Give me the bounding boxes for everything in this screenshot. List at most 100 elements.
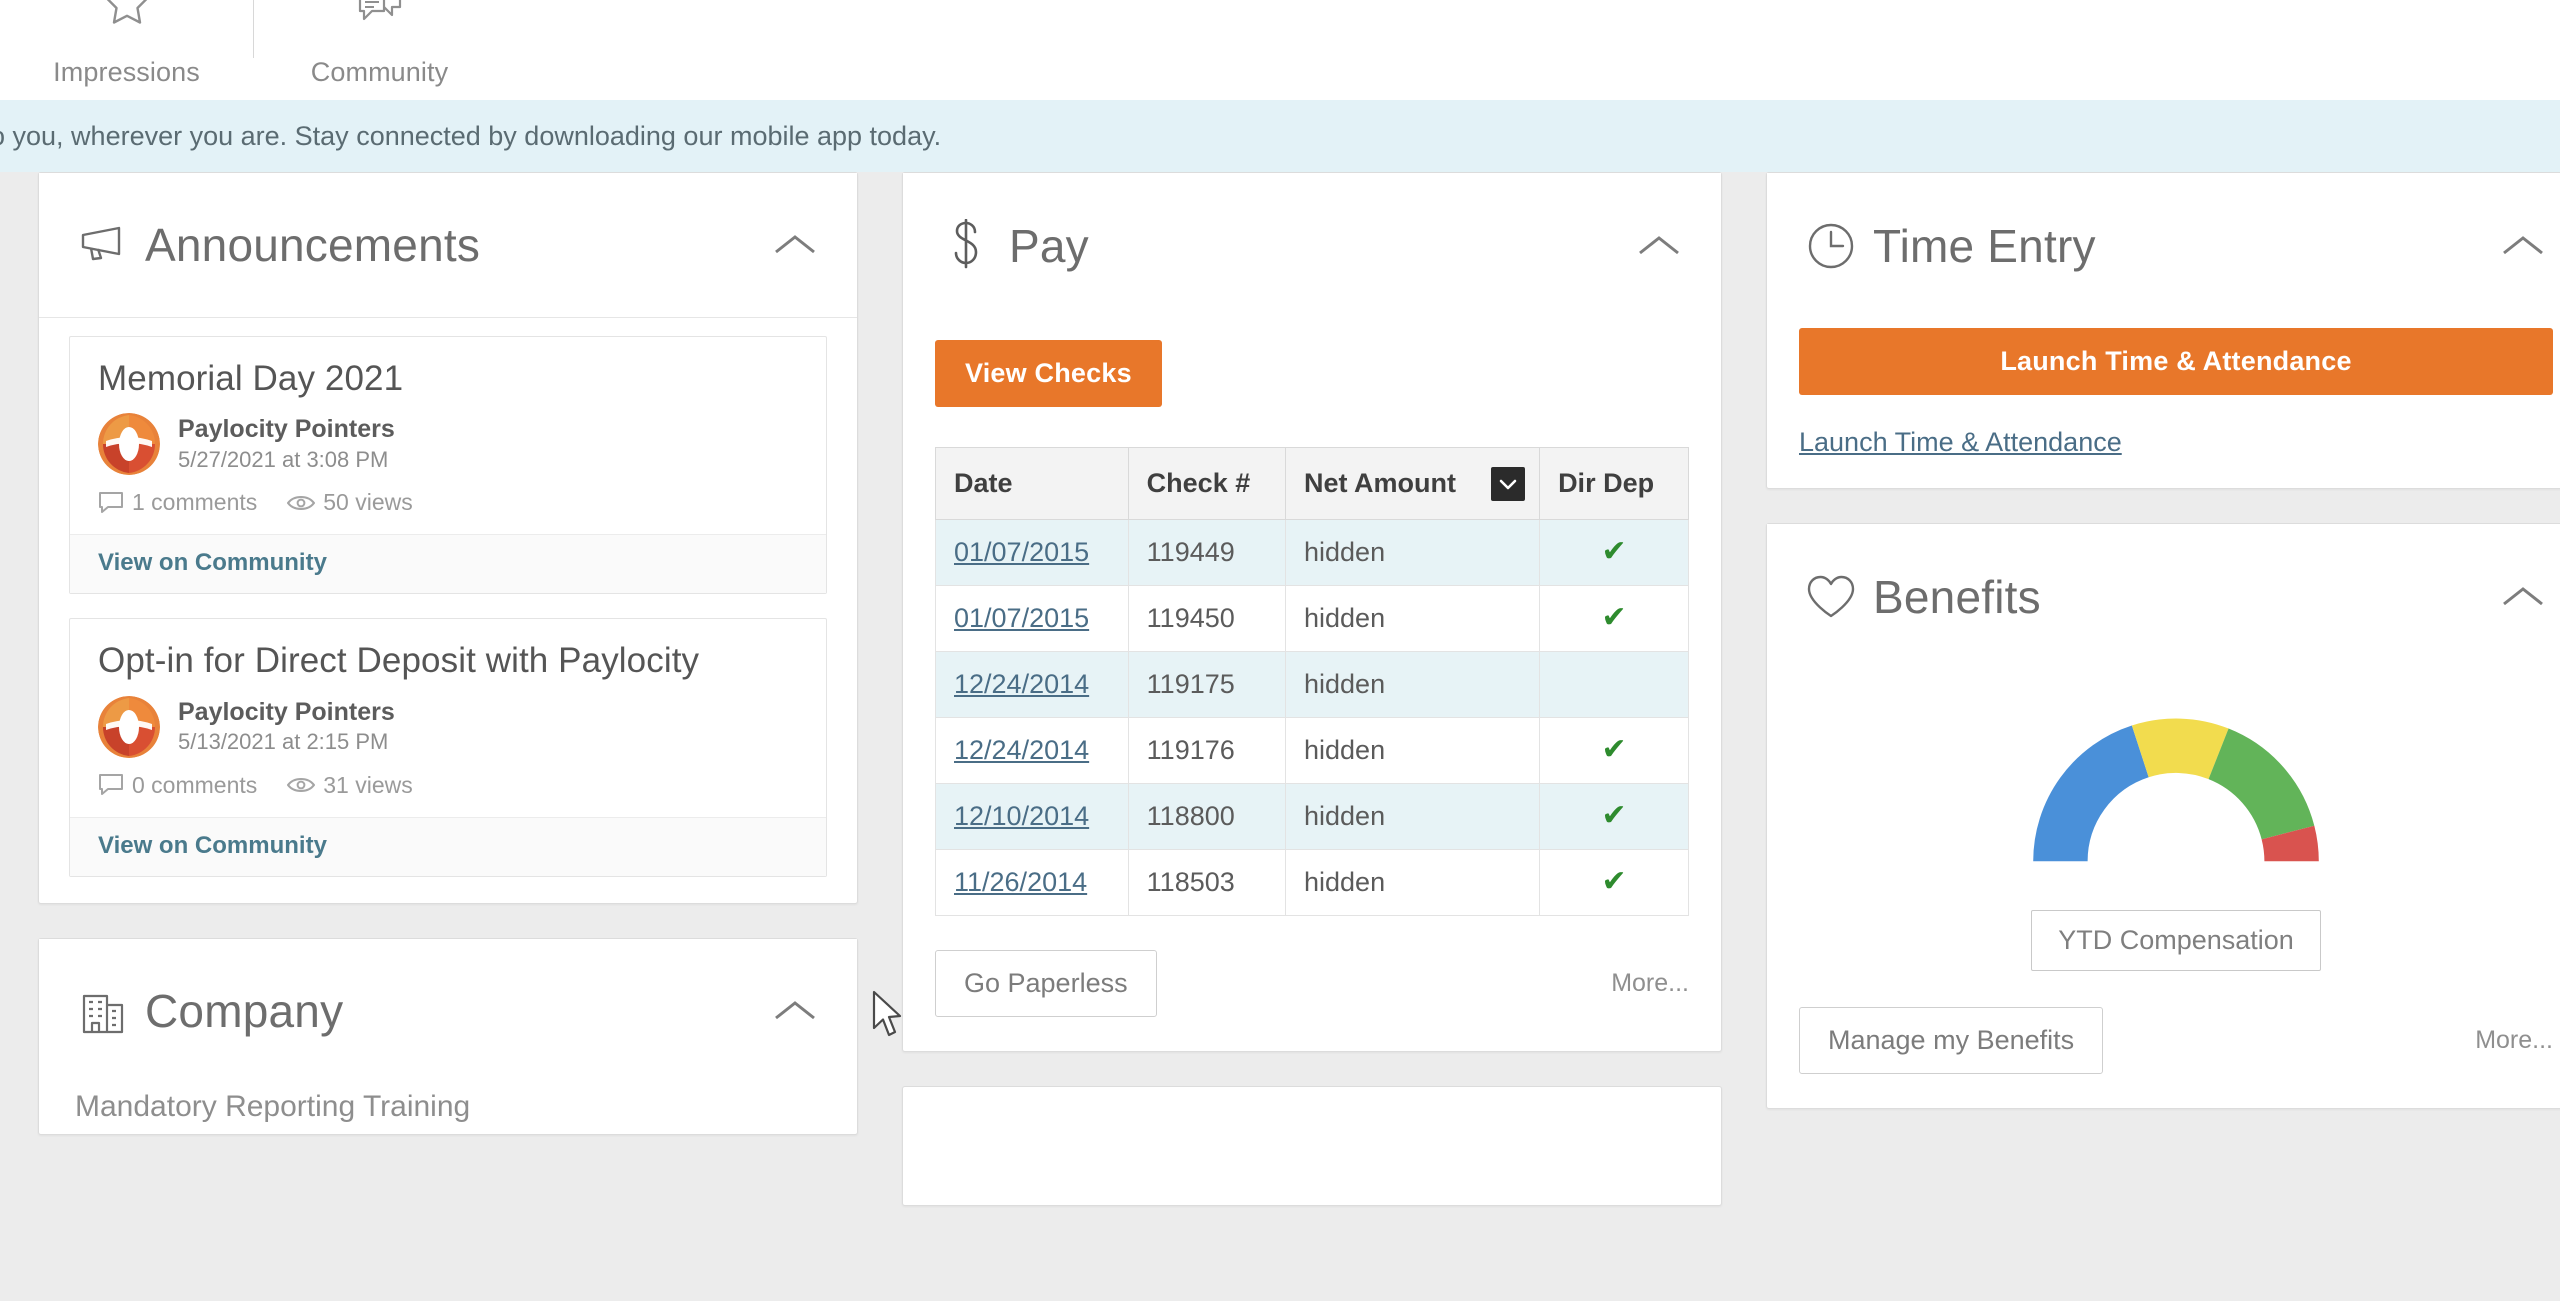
announcement-author-meta: Paylocity Pointers 5/13/2021 at 2:15 PM: [178, 697, 395, 757]
cell-check-number: 119450: [1128, 586, 1285, 652]
ytd-compensation-gauge-chart[interactable]: [2006, 679, 2346, 894]
gauge-segment: [2219, 754, 2288, 833]
cell-date: 12/10/2014: [936, 784, 1129, 850]
cell-net-amount: hidden: [1286, 520, 1540, 586]
launch-time-attendance-button[interactable]: Launch Time & Attendance: [1799, 328, 2553, 395]
check-date-link[interactable]: 12/24/2014: [954, 735, 1089, 765]
cell-date: 12/24/2014: [936, 718, 1129, 784]
check-date-link[interactable]: 01/07/2015: [954, 537, 1089, 567]
time-entry-title: Time Entry: [1873, 223, 2495, 269]
column-header-net-amount[interactable]: Net Amount: [1286, 448, 1540, 520]
manage-my-benefits-button[interactable]: Manage my Benefits: [1799, 1007, 2103, 1074]
view-on-community-link[interactable]: View on Community: [98, 549, 327, 576]
community-speech-note-icon: [352, 0, 408, 30]
star-icon: [99, 0, 155, 30]
announcement-title: Memorial Day 2021: [98, 359, 798, 399]
cell-net-amount: hidden: [1286, 784, 1540, 850]
cell-date: 11/26/2014: [936, 850, 1129, 916]
chevron-down-filter-icon[interactable]: [1491, 467, 1525, 501]
announcement-item[interactable]: Opt-in for Direct Deposit with Paylocity: [69, 618, 827, 876]
checkmark-icon: ✔: [1601, 535, 1626, 568]
cell-check-number: 119176: [1128, 718, 1285, 784]
pay-checks-table: Date Check # Net Amount Dir Dep: [935, 447, 1689, 916]
announcements-collapse-chevron-up-icon[interactable]: [767, 222, 823, 268]
cell-dir-dep: ✔: [1540, 784, 1689, 850]
announcement-stats: 0 comments 31 views: [98, 772, 798, 799]
cell-dir-dep: ✔: [1540, 718, 1689, 784]
check-date-link[interactable]: 12/24/2014: [954, 669, 1089, 699]
announcement-author-row: Paylocity Pointers 5/27/2021 at 3:08 PM: [98, 413, 798, 475]
announcement-author-row: Paylocity Pointers 5/13/2021 at 2:15 PM: [98, 696, 798, 758]
announcement-stats: 1 comments 50 views: [98, 489, 798, 516]
table-row[interactable]: 12/10/2014 118800 hidden ✔: [936, 784, 1689, 850]
check-date-link[interactable]: 11/26/2014: [954, 867, 1087, 897]
announcement-comments-count: 1 comments: [132, 489, 257, 516]
announcement-author-meta: Paylocity Pointers 5/27/2021 at 3:08 PM: [178, 414, 395, 474]
check-date-link[interactable]: 01/07/2015: [954, 603, 1089, 633]
cell-net-amount: hidden: [1286, 586, 1540, 652]
announcement-views-count: 50 views: [323, 489, 412, 516]
avatar: [98, 413, 160, 475]
announcements-title: Announcements: [145, 222, 767, 268]
company-collapse-chevron-up-icon[interactable]: [767, 988, 823, 1034]
cell-check-number: 118800: [1128, 784, 1285, 850]
cell-net-amount: hidden: [1286, 652, 1540, 718]
view-on-community-link[interactable]: View on Community: [98, 832, 327, 859]
pay-collapse-chevron-up-icon[interactable]: [1631, 223, 1687, 269]
cell-check-number: 118503: [1128, 850, 1285, 916]
pay-card-body: View Checks Date Check # Net Amount: [903, 318, 1721, 916]
time-entry-card: Time Entry Launch Time & Attendance Laun…: [1766, 172, 2560, 489]
column-header-dir-dep[interactable]: Dir Dep: [1540, 448, 1689, 520]
cell-check-number: 119449: [1128, 520, 1285, 586]
nav-item-community[interactable]: Community: [253, 0, 506, 100]
column-header-date[interactable]: Date: [936, 448, 1129, 520]
table-row[interactable]: 01/07/2015 119449 hidden ✔: [936, 520, 1689, 586]
ytd-compensation-label[interactable]: YTD Compensation: [2031, 910, 2321, 971]
launch-time-attendance-link[interactable]: Launch Time & Attendance: [1799, 427, 2122, 458]
pay-card-footer: Go Paperless More...: [903, 916, 1721, 1051]
top-navigation-bar: Impressions Community: [0, 0, 2560, 100]
cell-date: 01/07/2015: [936, 586, 1129, 652]
company-list-item[interactable]: Mandatory Reporting Training: [75, 1090, 821, 1124]
announcements-card-header: Announcements: [39, 173, 857, 318]
table-row[interactable]: 11/26/2014 118503 hidden ✔: [936, 850, 1689, 916]
announcement-item[interactable]: Memorial Day 2021: [69, 336, 827, 594]
benefits-more-link[interactable]: More...: [2475, 1026, 2553, 1055]
time-entry-card-body: Launch Time & Attendance Launch Time & A…: [1767, 318, 2560, 488]
announcement-item-body: Memorial Day 2021: [70, 337, 826, 534]
time-entry-card-header: Time Entry: [1767, 173, 2560, 318]
cell-dir-dep: ✔: [1540, 850, 1689, 916]
announcement-comments-stat: 1 comments: [98, 489, 257, 516]
table-row[interactable]: 01/07/2015 119450 hidden ✔: [936, 586, 1689, 652]
table-row[interactable]: 12/24/2014 119175 hidden: [936, 652, 1689, 718]
dashboard-column-left: Announcements Memorial Day 2021: [38, 172, 858, 1169]
cell-net-amount: hidden: [1286, 718, 1540, 784]
announcement-author: Paylocity Pointers: [178, 697, 395, 728]
clock-icon: [1803, 218, 1859, 274]
announcement-footer: View on Community: [70, 534, 826, 593]
time-entry-collapse-chevron-up-icon[interactable]: [2495, 223, 2551, 269]
benefits-title: Benefits: [1873, 574, 2495, 620]
pay-title: Pay: [1009, 223, 1631, 269]
company-title: Company: [145, 988, 767, 1034]
banner-message: o you, wherever you are. Stay connected …: [0, 121, 941, 152]
pay-more-link[interactable]: More...: [1611, 969, 1689, 998]
checkmark-icon: ✔: [1601, 865, 1626, 898]
cell-dir-dep: ✔: [1540, 520, 1689, 586]
go-paperless-button[interactable]: Go Paperless: [935, 950, 1157, 1017]
announcement-date: 5/27/2021 at 3:08 PM: [178, 446, 395, 475]
benefits-card-body: YTD Compensation: [1767, 669, 2560, 971]
announcement-date: 5/13/2021 at 2:15 PM: [178, 728, 395, 757]
benefits-collapse-chevron-up-icon[interactable]: [2495, 574, 2551, 620]
announcements-card: Announcements Memorial Day 2021: [38, 172, 858, 904]
table-row[interactable]: 12/24/2014 119176 hidden ✔: [936, 718, 1689, 784]
benefits-card: Benefits YTD Compensation Manage my Bene…: [1766, 523, 2560, 1109]
dollar-sign-icon: [939, 218, 995, 274]
check-date-link[interactable]: 12/10/2014: [954, 801, 1089, 831]
cell-date: 12/24/2014: [936, 652, 1129, 718]
announcement-author: Paylocity Pointers: [178, 414, 395, 445]
nav-item-impressions[interactable]: Impressions: [0, 0, 253, 100]
view-checks-button[interactable]: View Checks: [935, 340, 1162, 407]
megaphone-icon: [75, 217, 131, 273]
column-header-check-number[interactable]: Check #: [1128, 448, 1285, 520]
